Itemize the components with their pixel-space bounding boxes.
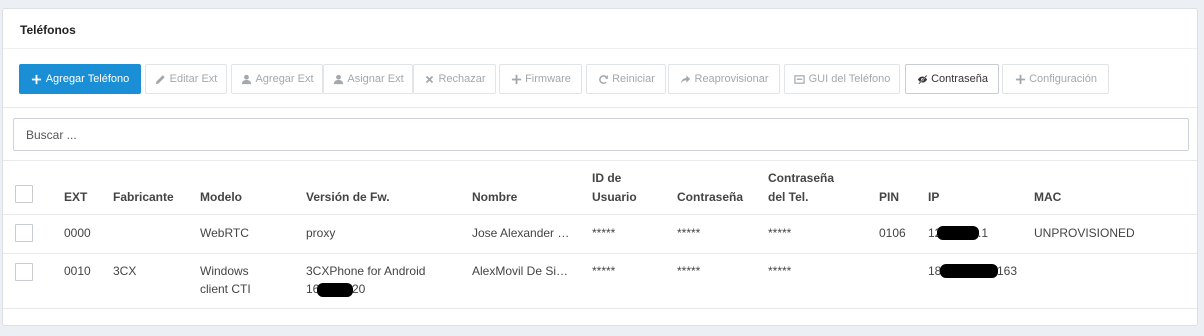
reject-label: Rechazar <box>438 73 486 85</box>
cell-user-id: ***** <box>592 226 616 240</box>
configuration-label: Configuración <box>1029 73 1097 85</box>
assign-ext-button[interactable]: Asignar Ext <box>323 64 413 94</box>
header-nombre[interactable]: Nombre <box>472 189 517 205</box>
header-user-id-line1: ID de <box>592 171 622 185</box>
cell-nombre: AlexMovil De Sistemas <box>472 264 573 278</box>
add-ext-label: Agregar Ext <box>255 73 314 85</box>
firmware-button[interactable]: Firmware <box>499 64 582 94</box>
row-checkbox[interactable] <box>15 263 33 281</box>
cell-mac: UNPROVISIONED <box>1034 226 1135 240</box>
redaction-mark <box>317 283 353 297</box>
select-all-checkbox[interactable] <box>15 185 33 203</box>
cell-user-id: ***** <box>592 264 616 278</box>
cell-modelo-line1: Windows <box>200 264 249 278</box>
row-checkbox[interactable] <box>15 224 33 242</box>
cell-modelo-line2: client CTI <box>200 282 251 296</box>
cell-version-line1: 3CXPhone for Android <box>306 264 426 278</box>
add-ext-button[interactable]: Agregar Ext <box>231 64 323 94</box>
x-icon <box>423 73 435 85</box>
panel-header: Teléfonos <box>3 9 1197 49</box>
user-icon <box>332 73 344 85</box>
row-divider <box>3 308 1197 309</box>
panel-title: Teléfonos <box>20 23 76 37</box>
header-modelo[interactable]: Modelo <box>200 189 242 205</box>
refresh-icon <box>597 73 609 85</box>
phone-gui-label: GUI del Teléfono <box>808 73 891 85</box>
redaction-mark <box>940 264 998 278</box>
cell-ip-suffix: 163 <box>997 264 1018 278</box>
header-version[interactable]: Versión de Fw. <box>306 189 390 205</box>
header-phone-password-line1: Contraseña <box>768 171 835 185</box>
window-icon <box>794 73 806 85</box>
share-arrow-icon <box>680 73 692 85</box>
header-ext[interactable]: EXT <box>64 189 87 205</box>
phones-panel: Teléfonos Agregar Teléfono Editar Ext Ag… <box>2 8 1198 326</box>
cell-phone-password: ***** <box>768 226 792 240</box>
cell-ext: 0000 <box>64 226 91 240</box>
edit-ext-button[interactable]: Editar Ext <box>145 64 227 94</box>
header-phone-password[interactable]: Contraseña del Tel. <box>768 170 834 205</box>
search-box <box>13 118 1189 151</box>
password-button[interactable]: Contraseña <box>905 64 999 94</box>
search-input[interactable] <box>13 118 1189 151</box>
firmware-label: Firmware <box>525 73 571 85</box>
table-top-border <box>3 160 1197 161</box>
edit-ext-label: Editar Ext <box>169 73 218 85</box>
header-password[interactable]: Contraseña <box>677 189 743 205</box>
toolbar-divider <box>3 107 1197 108</box>
cell-password: ***** <box>677 264 701 278</box>
restart-button[interactable]: Reiniciar <box>586 64 666 94</box>
plus-icon <box>1014 73 1026 85</box>
reject-button[interactable]: Rechazar <box>413 64 496 94</box>
plus-icon <box>510 73 522 85</box>
cell-version-suffix: 20 <box>352 282 366 296</box>
plus-icon <box>31 73 43 85</box>
configuration-button[interactable]: Configuración <box>1002 64 1109 94</box>
user-icon <box>240 73 252 85</box>
reprovision-button[interactable]: Reaprovisionar <box>668 64 780 94</box>
header-phone-password-line2: del Tel. <box>768 190 809 204</box>
restart-label: Reiniciar <box>612 73 655 85</box>
header-mac[interactable]: MAC <box>1034 189 1061 205</box>
header-ip[interactable]: IP <box>928 189 939 205</box>
cell-nombre: Jose Alexander Castaño <box>472 226 573 240</box>
cell-modelo: WebRTC <box>200 226 249 240</box>
phone-gui-button[interactable]: GUI del Teléfono <box>784 64 900 94</box>
add-phone-button[interactable]: Agregar Teléfono <box>19 64 141 94</box>
header-divider <box>3 214 1197 215</box>
header-user-id[interactable]: ID de Usuario <box>592 170 637 205</box>
cell-ip-suffix: .1 <box>978 226 989 240</box>
cell-version: proxy <box>306 226 336 240</box>
redaction-mark <box>937 226 979 240</box>
header-pin[interactable]: PIN <box>879 189 899 205</box>
reprovision-label: Reaprovisionar <box>694 73 769 85</box>
cell-ext: 0010 <box>64 264 91 278</box>
cell-pin: 0106 <box>879 226 906 240</box>
cell-phone-password: ***** <box>768 264 792 278</box>
pencil-icon <box>155 73 167 85</box>
password-label: Contraseña <box>931 73 988 85</box>
row-divider <box>3 253 1197 254</box>
add-phone-label: Agregar Teléfono <box>45 73 130 85</box>
cell-fabricante: 3CX <box>113 264 137 278</box>
assign-ext-label: Asignar Ext <box>347 73 404 85</box>
header-user-id-line2: Usuario <box>592 190 637 204</box>
cell-password: ***** <box>677 226 701 240</box>
header-fabricante[interactable]: Fabricante <box>113 189 174 205</box>
eye-slash-icon <box>916 73 928 85</box>
